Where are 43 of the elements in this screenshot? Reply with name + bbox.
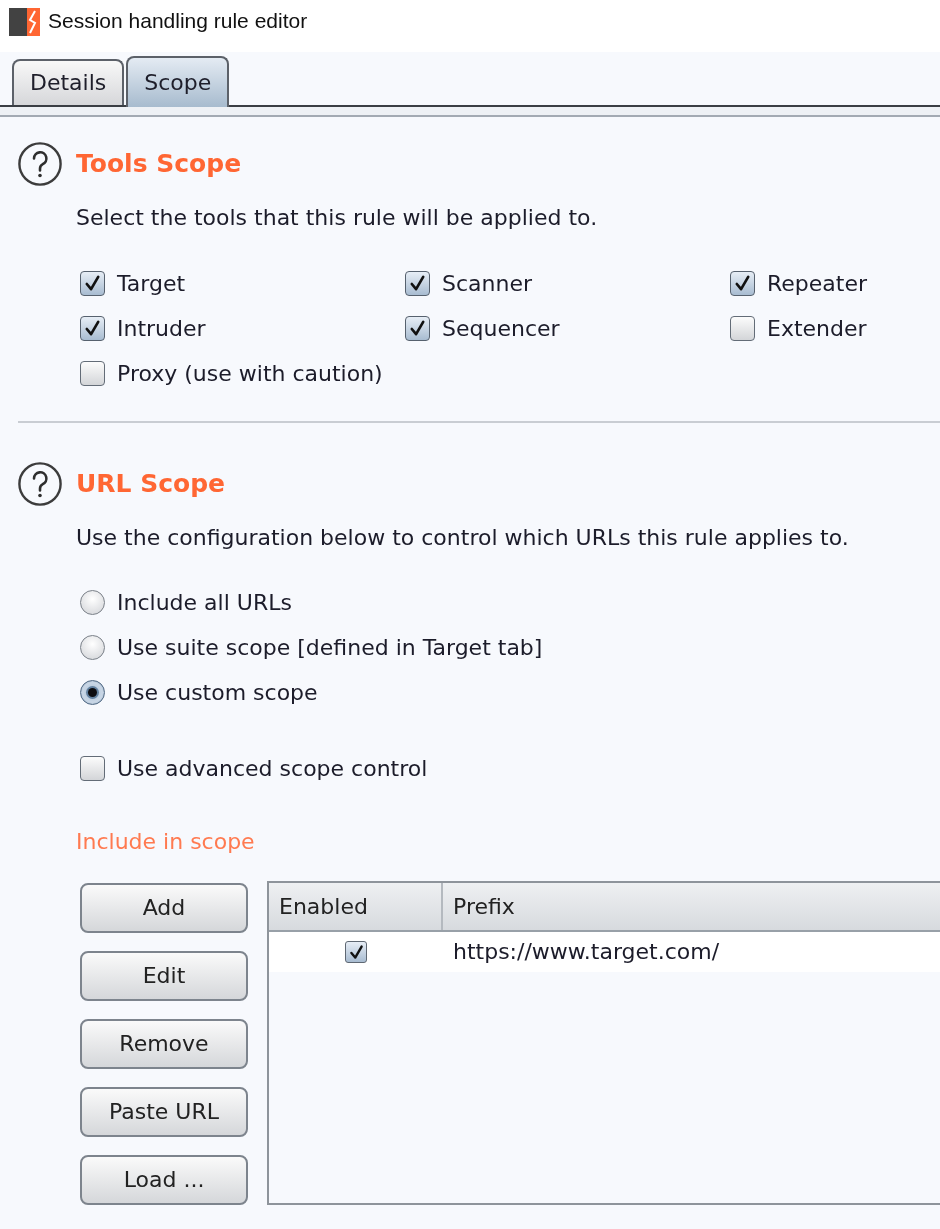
checkbox[interactable] (730, 271, 755, 296)
column-header[interactable]: Enabled (269, 883, 443, 930)
action-button[interactable]: Load ... (80, 1155, 248, 1205)
radio-label: Use custom scope (117, 679, 318, 706)
action-button[interactable]: Paste URL (80, 1087, 248, 1137)
action-button[interactable]: Remove (80, 1019, 248, 1069)
section-heading: URL Scope (76, 469, 226, 499)
radio-button[interactable] (80, 680, 105, 705)
window-title: Session handling rule editor (48, 8, 308, 34)
radio-label: Include all URLs (117, 589, 292, 616)
checkbox-label: Target (117, 270, 186, 297)
help-icon[interactable] (18, 142, 62, 186)
checkbox-label: Intruder (117, 315, 206, 342)
checkbox[interactable] (80, 756, 105, 781)
tab[interactable]: Details (12, 59, 125, 105)
checkbox-label: Extender (767, 315, 867, 342)
subsection-heading: Include in scope (76, 829, 255, 855)
checkbox-label: Repeater (767, 270, 868, 297)
checkbox[interactable] (80, 361, 105, 386)
table-cell-text: https://www.target.com/ (452, 938, 721, 966)
checkbox[interactable] (730, 316, 755, 341)
tab[interactable]: Scope (126, 56, 230, 107)
column-header[interactable]: Prefix (443, 883, 940, 930)
table-row[interactable]: https://www.target.com/ (269, 932, 940, 972)
help-icon[interactable] (18, 462, 62, 506)
checkbox[interactable] (405, 316, 430, 341)
checkbox[interactable] (80, 271, 105, 296)
action-button[interactable]: Add (80, 883, 248, 933)
radio-label: Use suite scope [defined in Target tab] (117, 634, 543, 661)
description-text: Use the configuration below to control which URLs this rule applies to. (76, 525, 849, 551)
checkbox-label: Scanner (442, 270, 532, 297)
checkbox-label: Proxy (use with caution) (117, 360, 383, 387)
section-heading: Tools Scope (76, 149, 242, 179)
checkbox[interactable] (80, 316, 105, 341)
checkbox-label: Sequencer (442, 315, 560, 342)
checkbox[interactable] (345, 941, 367, 963)
radio-button[interactable] (80, 590, 105, 615)
description-text: Select the tools that this rule will be applied to. (76, 205, 598, 231)
checkbox[interactable] (405, 271, 430, 296)
radio-button[interactable] (80, 635, 105, 660)
logo-icon (9, 8, 40, 36)
checkbox-label: Use advanced scope control (117, 755, 428, 782)
action-button[interactable]: Edit (80, 951, 248, 1001)
